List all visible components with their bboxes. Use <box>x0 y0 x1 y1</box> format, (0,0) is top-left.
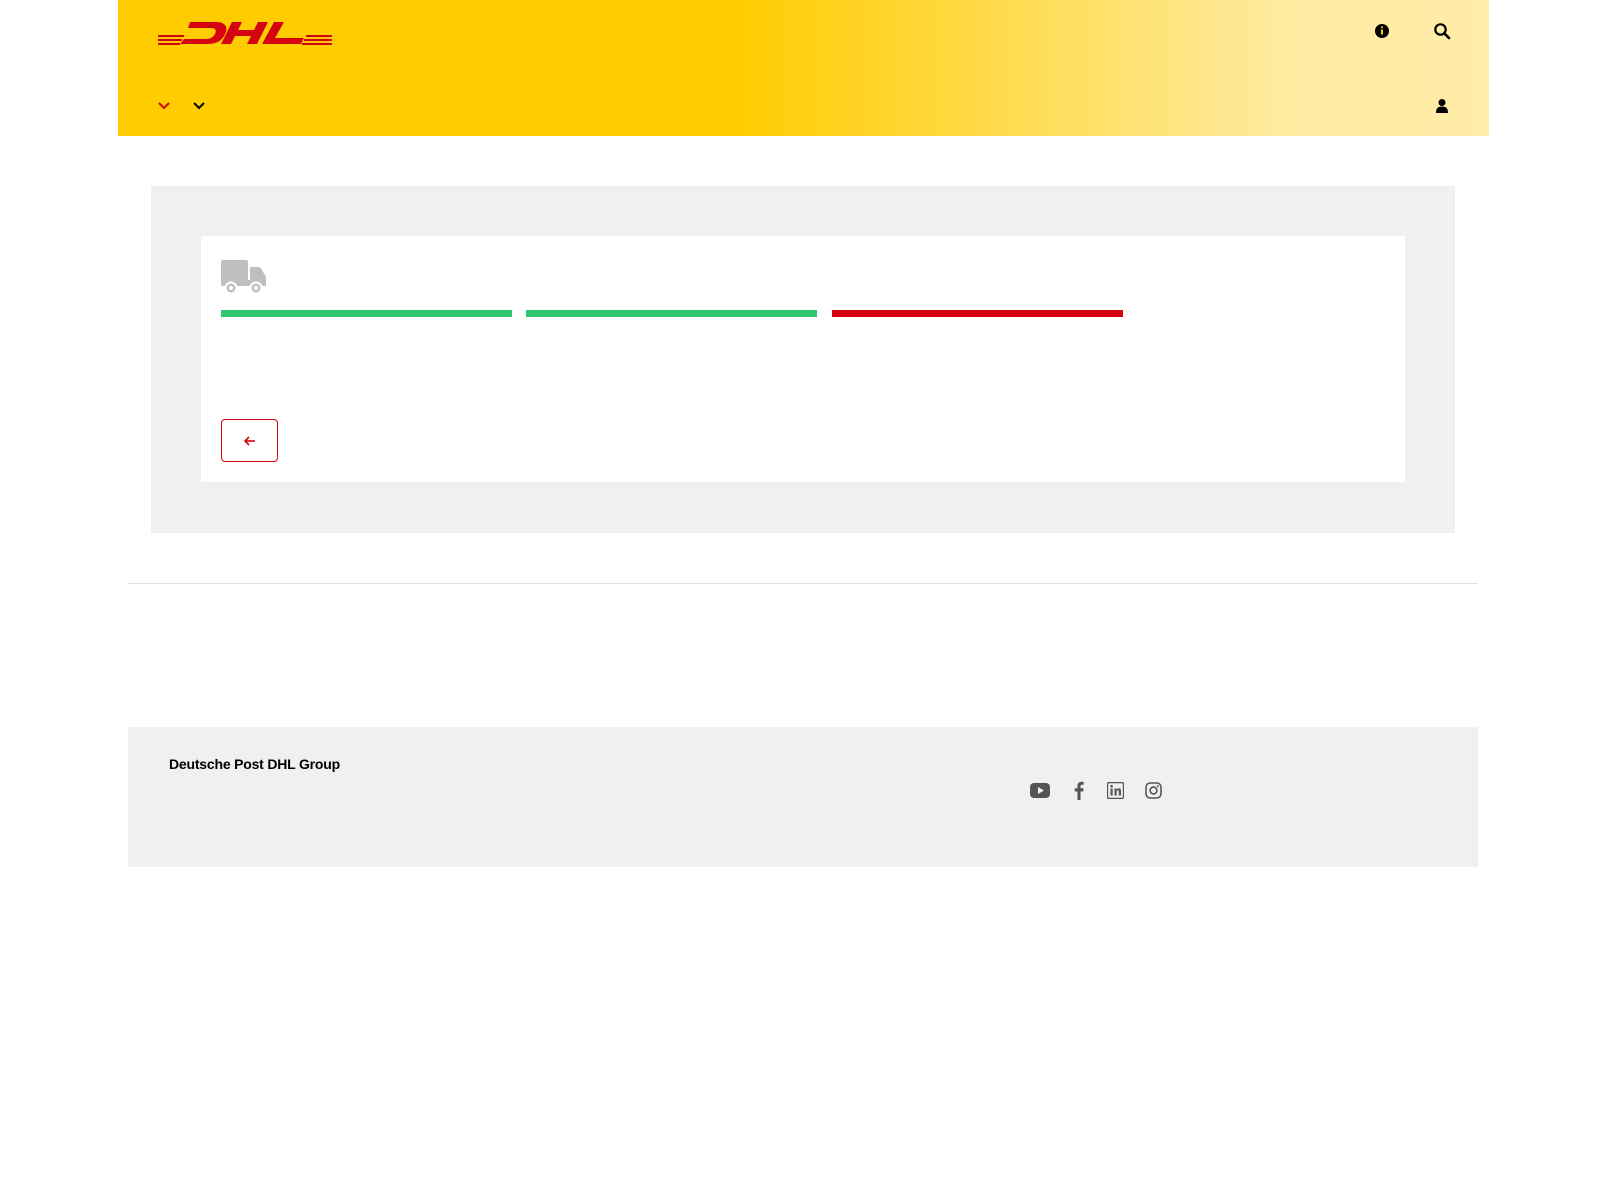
site-footer: Deutsche Post DHL Group <box>128 727 1478 867</box>
site-header <box>118 0 1489 136</box>
dhl-logo-graphic <box>158 22 332 45</box>
chevron-down-icon[interactable] <box>189 95 209 115</box>
info-icon[interactable] <box>1370 19 1394 43</box>
facebook-icon[interactable] <box>1068 779 1090 801</box>
progress-step-1 <box>221 310 512 317</box>
main-panel <box>151 186 1455 533</box>
user-icon[interactable] <box>1430 94 1454 118</box>
truck-icon <box>221 258 267 296</box>
status-card <box>201 236 1405 482</box>
youtube-icon[interactable] <box>1029 779 1051 801</box>
back-button[interactable] <box>221 419 278 462</box>
footer-brand: Deutsche Post DHL Group <box>169 756 340 772</box>
progress-step-3 <box>832 310 1123 317</box>
progress-step-2 <box>526 310 817 317</box>
instagram-icon[interactable] <box>1142 779 1164 801</box>
arrow-left-icon <box>243 435 255 446</box>
linkedin-icon[interactable] <box>1104 779 1126 801</box>
section-divider <box>128 583 1478 584</box>
dhl-logo[interactable] <box>158 20 332 46</box>
search-icon[interactable] <box>1430 19 1454 43</box>
chevron-down-icon[interactable] <box>154 95 174 115</box>
